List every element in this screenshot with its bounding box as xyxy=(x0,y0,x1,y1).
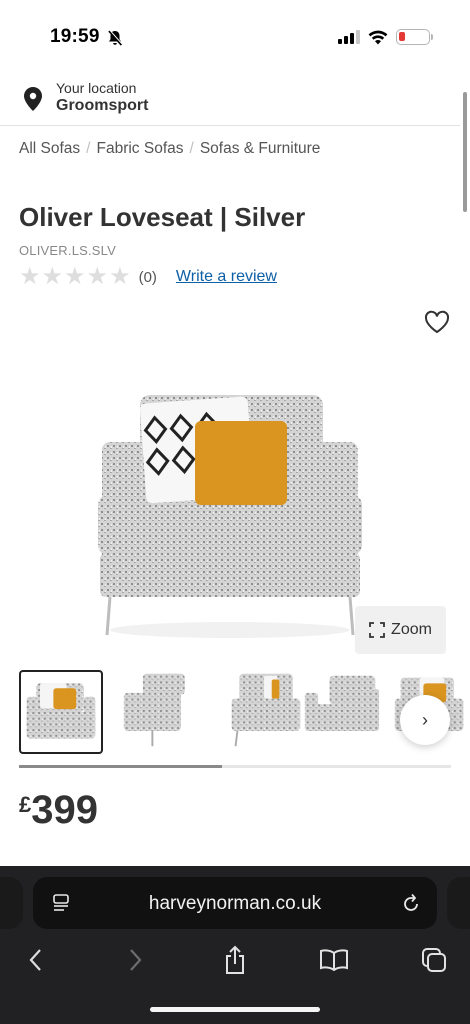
expand-icon xyxy=(369,622,385,638)
back-button[interactable] xyxy=(15,940,55,980)
share-button[interactable] xyxy=(215,940,255,980)
heart-icon[interactable] xyxy=(424,310,450,334)
gallery-next-button[interactable]: › xyxy=(400,695,450,745)
thumbnail-1[interactable] xyxy=(19,670,103,754)
product-title: Oliver Loveseat | Silver xyxy=(19,202,306,232)
star-icon: ★ xyxy=(109,263,131,290)
star-icon: ★ xyxy=(86,263,109,290)
product-sku: OLIVER.LS.SLV xyxy=(19,243,117,258)
wifi-icon xyxy=(368,30,388,44)
location-bar[interactable]: Your location Groomsport xyxy=(0,78,460,126)
review-count: (0) xyxy=(138,268,157,286)
zoom-label: Zoom xyxy=(391,621,432,638)
star-icon: ★ xyxy=(41,263,64,290)
url-text: harveynorman.co.uk xyxy=(148,893,322,914)
thumbnail-3[interactable] xyxy=(226,670,310,754)
previous-tab-edge[interactable] xyxy=(0,877,23,929)
location-town: Groomsport xyxy=(56,97,149,114)
tabs-button[interactable] xyxy=(414,940,454,980)
chevron-right-icon xyxy=(130,949,142,971)
thumbnail-2[interactable] xyxy=(120,670,204,754)
location-pin-icon xyxy=(24,87,42,111)
chevron-right-icon: › xyxy=(422,709,428,730)
product-image[interactable] xyxy=(95,385,365,640)
reload-icon[interactable] xyxy=(401,892,421,914)
battery-icon xyxy=(396,29,433,45)
chevron-left-icon xyxy=(29,949,41,971)
rating-row: ★ ★ ★ ★ ★ (0) Write a review xyxy=(19,265,277,289)
tabs-icon xyxy=(422,948,446,972)
star-icon: ★ xyxy=(64,263,86,290)
next-tab-edge[interactable] xyxy=(447,877,470,929)
price-currency: £ xyxy=(19,792,32,817)
home-indicator[interactable] xyxy=(150,1007,320,1012)
thumbnail-4[interactable] xyxy=(299,670,383,754)
price-amount: 399 xyxy=(31,788,98,832)
bell-muted-icon xyxy=(108,29,123,46)
share-icon xyxy=(226,945,244,974)
gallery-progress-fill xyxy=(19,765,222,768)
breadcrumb-separator: / xyxy=(189,140,194,157)
breadcrumb: All Sofas / Fabric Sofas / Sofas & Furni… xyxy=(19,140,320,158)
cellular-signal-icon xyxy=(338,30,360,44)
status-bar: 19:59 xyxy=(0,0,470,70)
browser-toolbar xyxy=(0,940,470,980)
address-bar[interactable]: harveynorman.co.uk xyxy=(33,877,437,929)
write-review-link[interactable]: Write a review xyxy=(176,268,277,286)
star-icon: ★ xyxy=(19,263,41,290)
product-price: £ 399 xyxy=(19,788,98,833)
book-icon xyxy=(320,949,348,971)
location-label: Your location xyxy=(56,80,137,96)
breadcrumb-item-all-sofas[interactable]: All Sofas xyxy=(19,140,80,158)
page-scrollbar[interactable] xyxy=(463,92,467,212)
breadcrumb-item-fabric-sofas[interactable]: Fabric Sofas xyxy=(96,140,183,158)
status-time: 19:59 xyxy=(50,26,100,47)
forward-button[interactable] xyxy=(116,940,156,980)
bookmarks-button[interactable] xyxy=(314,940,354,980)
breadcrumb-separator: / xyxy=(86,140,91,157)
zoom-button[interactable]: Zoom xyxy=(355,606,446,654)
breadcrumb-item-sofas-furniture[interactable]: Sofas & Furniture xyxy=(200,140,321,158)
star-rating: ★ ★ ★ ★ ★ xyxy=(19,265,131,289)
